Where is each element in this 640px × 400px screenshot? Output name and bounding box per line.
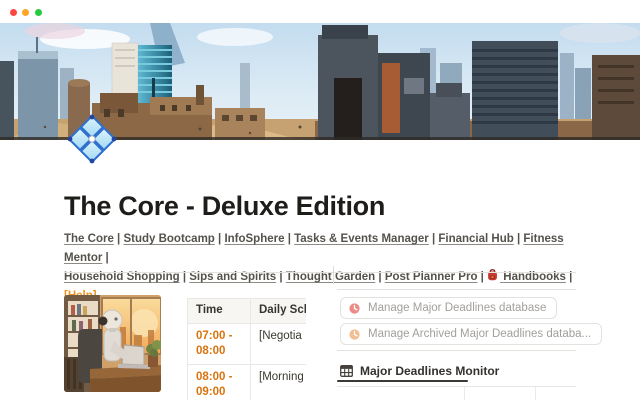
column-header-daily-sch[interactable]: Daily Sch (251, 299, 307, 324)
column-divider-tick (333, 266, 334, 284)
table-column-line (464, 387, 465, 400)
time-cell[interactable]: 08:00 - 09:00 (188, 365, 251, 400)
button-label: Manage Archived Major Deadlines databa..… (368, 328, 591, 340)
notion-page: The Core - Deluxe Edition The Core | Stu… (0, 0, 640, 400)
zoom-button[interactable] (35, 9, 42, 16)
manage-archived-deadlines-button[interactable]: Manage Archived Major Deadlines databa..… (340, 323, 602, 345)
nav-link-tasks-events-manager[interactable]: Tasks & Events Manager (294, 233, 429, 245)
tab-major-deadlines-monitor[interactable]: Major Deadlines Monitor (340, 362, 499, 379)
column-header-time[interactable]: Time (188, 299, 251, 324)
button-label: Manage Major Deadlines database (368, 302, 546, 314)
divider (337, 350, 576, 351)
robot-portrait-image[interactable] (64, 295, 161, 392)
nav-separator: | (102, 252, 108, 264)
minimize-button[interactable] (22, 9, 29, 16)
manage-deadlines-button[interactable]: Manage Major Deadlines database (340, 297, 557, 319)
tab-baseline (337, 386, 576, 387)
daily-schedule-table: TimeDaily Sch 07:00 - 08:00[Negotia08:00… (187, 298, 306, 400)
table-icon (340, 365, 353, 377)
page-title[interactable]: The Core - Deluxe Edition (64, 191, 584, 222)
clock-icon (349, 303, 360, 314)
table-header-row: TimeDaily Sch (188, 299, 307, 324)
nav-link-infosphere[interactable]: InfoSphere (224, 233, 284, 245)
nav-link-the-core[interactable]: The Core (64, 233, 114, 245)
table-column-line (535, 387, 536, 400)
nav-separator: | (114, 233, 124, 245)
nav-line: The Core | Study Bootcamp | InfoSphere |… (64, 230, 580, 268)
clock-icon (349, 329, 360, 340)
backpack-icon (487, 269, 498, 281)
active-tab-indicator (337, 380, 468, 382)
activity-cell[interactable]: [Morning (251, 365, 307, 400)
activity-cell[interactable]: [Negotia (251, 324, 307, 365)
nav-link-financial-hub[interactable]: Financial Hub (438, 233, 513, 245)
close-button[interactable] (10, 9, 17, 16)
window-titlebar (0, 0, 640, 23)
divider (337, 289, 576, 290)
nav-link-study-bootcamp[interactable]: Study Bootcamp (123, 233, 214, 245)
time-cell[interactable]: 07:00 - 08:00 (188, 324, 251, 365)
table-row: 08:00 - 09:00[Morning (188, 365, 307, 400)
tab-label: Major Deadlines Monitor (360, 364, 499, 378)
page-icon[interactable] (66, 113, 118, 165)
nav-separator: | (215, 233, 225, 245)
table-row: 07:00 - 08:00[Negotia (188, 324, 307, 365)
robot-at-desk-art (64, 295, 161, 392)
blue-diamond-gem-icon (66, 113, 118, 165)
nav-separator: | (429, 233, 439, 245)
nav-separator: | (285, 233, 295, 245)
nav-separator: | (514, 233, 524, 245)
divider (64, 272, 576, 273)
